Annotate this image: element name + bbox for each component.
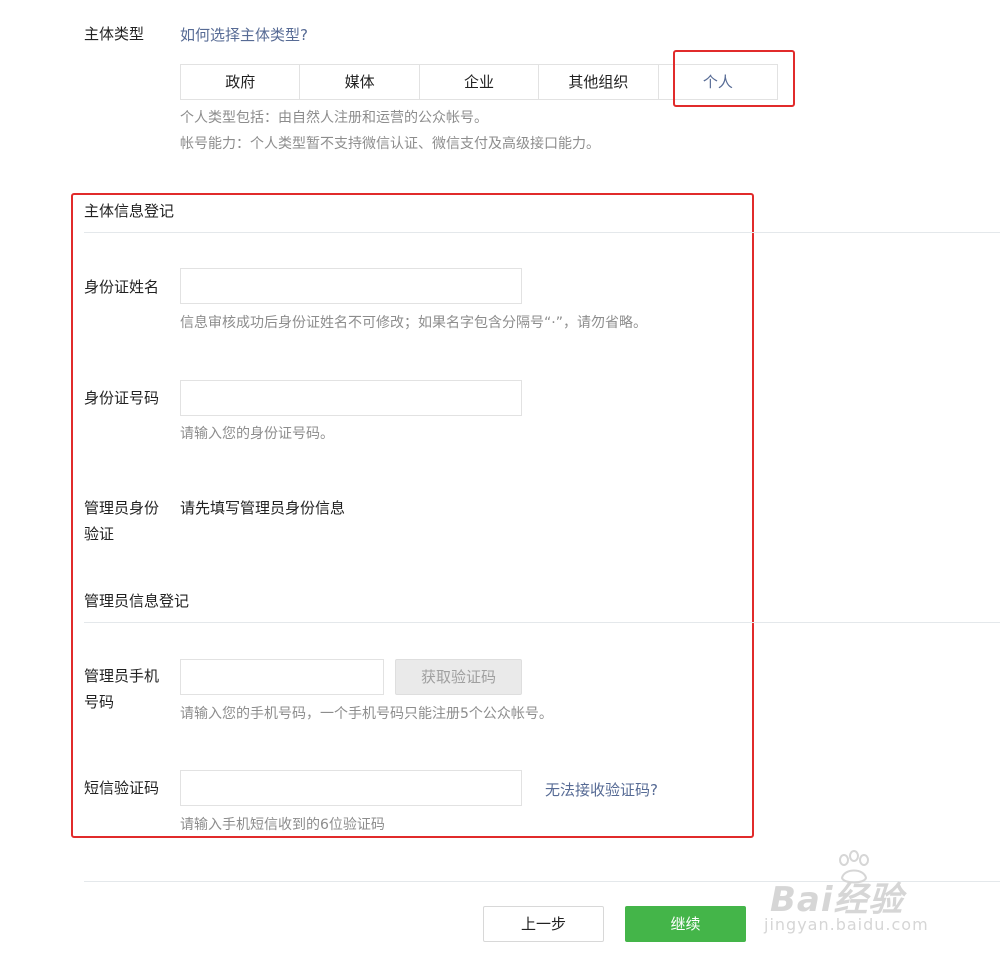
subject-info-title: 主体信息登记 [84,202,175,220]
sms-code-label: 短信验证码 [84,779,160,797]
get-code-button[interactable]: 获取验证码 [395,659,522,695]
account-ability-desc: 帐号能力：个人类型暂不支持微信认证、微信支付及高级接口能力。 [180,136,600,152]
subject-type-desc: 个人类型包括：由自然人注册和运营的公众帐号。 [180,110,488,126]
admin-phone-label-line1: 管理员手机 [84,667,160,685]
type-option-other-org[interactable]: 其他组织 [539,65,659,99]
admin-phone-label: 管理员手机 号码 [84,663,159,715]
id-name-label: 身份证姓名 [84,278,160,296]
sms-code-input[interactable] [180,770,522,806]
admin-verify-label-line2: 验证 [84,525,115,543]
cannot-receive-code-link[interactable]: 无法接收验证码? [545,779,658,800]
id-name-hint: 信息审核成功后身份证姓名不可修改；如果名字包含分隔号“·”，请勿省略。 [180,315,647,331]
subject-info-divider [84,232,1000,233]
id-number-input[interactable] [180,380,522,416]
type-option-enterprise[interactable]: 企业 [419,65,540,99]
sms-code-hint: 请输入手机短信收到的6位验证码 [180,817,385,833]
id-number-label: 身份证号码 [84,389,160,407]
admin-verify-label: 管理员身份 验证 [84,495,159,547]
individual-highlight-box [673,50,795,107]
type-option-media[interactable]: 媒体 [300,65,420,99]
watermark-url: jingyan.baidu.com [764,915,929,934]
continue-button[interactable]: 继续 [625,906,746,942]
admin-verify-text: 请先填写管理员身份信息 [180,499,346,517]
admin-phone-input[interactable] [180,659,384,695]
id-name-input[interactable] [180,268,522,304]
admin-phone-label-line2: 号码 [84,693,115,711]
id-number-hint: 请输入您的身份证号码。 [180,426,334,442]
admin-info-title: 管理员信息登记 [84,592,190,610]
admin-info-divider [84,622,1000,623]
subject-type-help-link[interactable]: 如何选择主体类型? [180,24,308,45]
type-option-government[interactable]: 政府 [181,65,301,99]
admin-verify-label-line1: 管理员身份 [84,499,160,517]
admin-phone-hint: 请输入您的手机号码，一个手机号码只能注册5个公众帐号。 [180,706,553,722]
subject-type-label: 主体类型 [84,25,145,43]
watermark-brand: Bai经验 [770,880,904,920]
prev-step-button[interactable]: 上一步 [483,906,604,942]
